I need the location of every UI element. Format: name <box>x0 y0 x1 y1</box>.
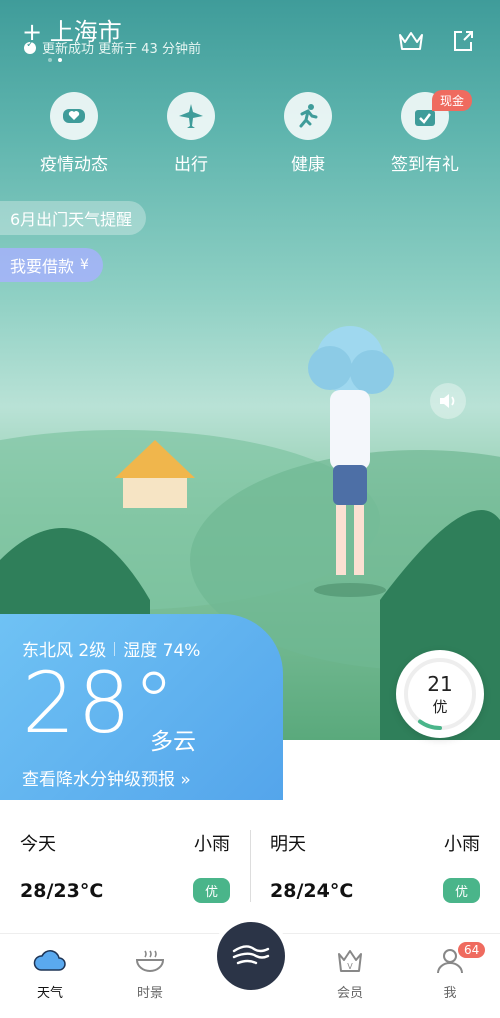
page-dot <box>48 58 52 62</box>
page-dot-active <box>58 58 62 62</box>
quick-travel[interactable]: 出行 <box>141 92 241 175</box>
running-person-icon <box>284 92 332 140</box>
coin-icon: ¥ <box>80 257 89 273</box>
crown-icon[interactable] <box>397 29 425 53</box>
quick-label: 签到有礼 <box>391 155 459 175</box>
alert-text: 6月出门天气提醒 <box>10 210 133 229</box>
quick-label: 健康 <box>291 155 325 175</box>
tab-label: 天气 <box>36 986 63 1001</box>
quick-label: 出行 <box>174 155 208 175</box>
cash-badge: 现金 <box>432 90 473 111</box>
tab-weather[interactable]: 天气 <box>20 948 80 1001</box>
quick-health[interactable]: 健康 <box>258 92 358 175</box>
loan-text: 我要借款 <box>10 257 75 276</box>
day-name: 明天 <box>270 834 306 855</box>
tab-label: 会员 <box>336 986 363 1001</box>
day-temp-range: 28/23°C <box>20 879 104 902</box>
wind-logo-icon <box>232 945 270 965</box>
mask-heart-icon <box>50 92 98 140</box>
divider <box>250 830 251 902</box>
day-condition: 小雨 <box>444 834 480 855</box>
speaker-icon <box>440 394 455 408</box>
current-weather-card[interactable]: 东北风 2级 湿度 74% 28° 多云 查看降水分钟级预报 » <box>0 614 283 800</box>
travel-alert-pill[interactable]: 6月出门天气提醒 <box>0 201 147 235</box>
check-icon <box>24 39 36 54</box>
speaker-button[interactable] <box>430 383 466 419</box>
tab-label: 时景 <box>136 986 163 1001</box>
svg-text:V: V <box>347 962 353 971</box>
share-icon[interactable] <box>450 28 476 54</box>
day-name: 今天 <box>20 834 56 855</box>
precipitation-forecast-link[interactable]: 查看降水分钟级预报 » <box>22 765 191 790</box>
center-logo-button[interactable] <box>217 922 285 990</box>
quick-label: 疫情动态 <box>40 155 108 175</box>
sync-text: 更新成功 更新于 43 分钟前 <box>42 42 201 57</box>
two-day-forecast: 今天 小雨 28/23°C 优 明天 小雨 28/24°C 优 <box>0 800 500 935</box>
condition: 多云 <box>150 729 196 755</box>
aqi-badge[interactable]: 21 优 <box>396 650 484 738</box>
sync-status: 更新成功 更新于 43 分钟前 <box>24 38 201 57</box>
aqi-badge-small: 优 <box>192 878 230 903</box>
tab-label: 我 <box>443 986 457 1001</box>
loan-pill[interactable]: 我要借款 ¥ <box>0 248 103 282</box>
aqi-badge-small: 优 <box>442 878 480 903</box>
forecast-today[interactable]: 今天 小雨 28/23°C 优 <box>20 830 230 903</box>
page-indicator <box>48 58 62 62</box>
airplane-icon <box>167 92 215 140</box>
bowl-icon <box>135 950 165 972</box>
day-condition: 小雨 <box>194 834 230 855</box>
tab-scenes[interactable]: 时景 <box>120 948 180 1001</box>
message-count-badge: 64 <box>458 942 486 958</box>
quick-epidemic[interactable]: 疫情动态 <box>24 92 124 175</box>
vip-crown-icon: V <box>338 950 362 972</box>
aqi-ring <box>404 658 476 730</box>
cloud-icon <box>33 950 66 971</box>
tab-vip[interactable]: V 会员 <box>320 948 380 1001</box>
forecast-tomorrow[interactable]: 明天 小雨 28/24°C 优 <box>270 830 480 903</box>
day-temp-range: 28/24°C <box>270 879 354 902</box>
